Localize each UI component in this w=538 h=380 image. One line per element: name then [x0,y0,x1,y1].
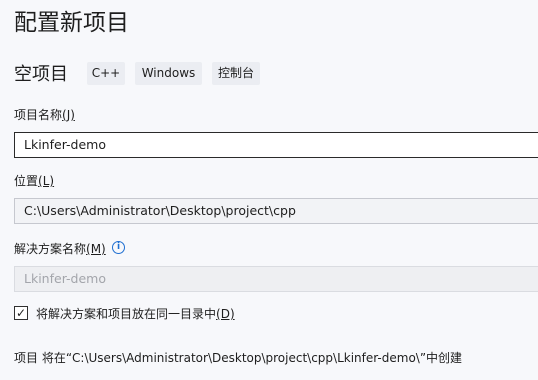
mnemonic: (J) [62,108,75,122]
info-circle-icon[interactable]: i [112,241,125,254]
tag-language: C++ [87,62,125,85]
page-title: 配置新项目 [14,10,129,36]
location-label: 位置(L) [14,174,55,188]
same-directory-checkbox[interactable]: ✓ [14,306,28,320]
mnemonic: (L) [38,174,55,188]
create-path-summary: 项目 将在“C:\Users\Administrator\Desktop\pro… [14,351,463,365]
project-name-input[interactable]: Lkinfer-demo [14,132,538,158]
location-input[interactable]: C:\Users\Administrator\Desktop\project\c… [14,198,538,224]
template-name: 空项目 [14,64,68,85]
solution-name-label: 解决方案名称(M) [14,242,106,256]
mnemonic: (D) [216,307,235,321]
project-name-label: 项目名称(J) [14,108,75,122]
mnemonic: (M) [86,242,106,256]
tag-platform: Windows [135,62,202,85]
tag-project-type: 控制台 [212,62,260,85]
solution-name-input: Lkinfer-demo [14,266,538,292]
checkmark-icon: ✓ [15,306,27,320]
same-directory-label[interactable]: 将解决方案和项目放在同一目录中(D) [36,306,235,322]
